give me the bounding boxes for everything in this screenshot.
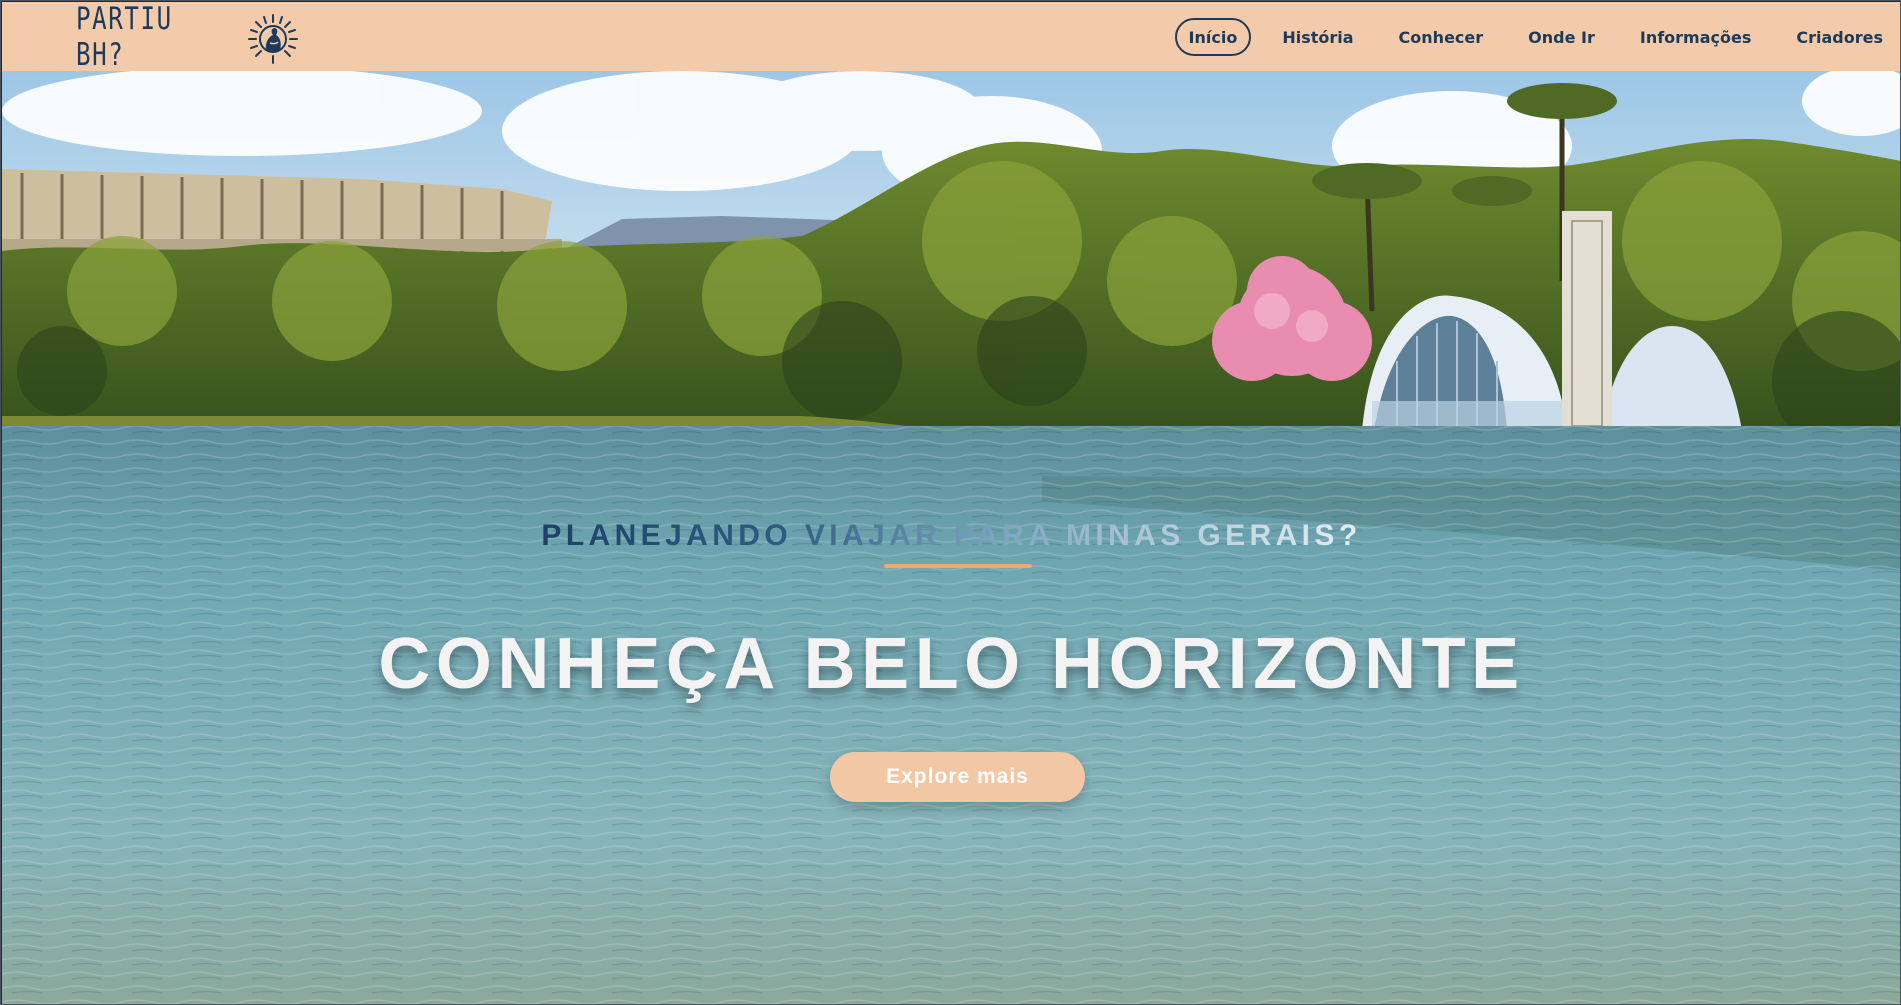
main-nav: Início História Conhecer Onde Ir Informa… xyxy=(1174,2,1900,71)
page-frame: PARTIU BH? Início História Conhecer Onde… xyxy=(0,0,1901,1005)
hero-subtitle: PLANEJANDO VIAJAR PARA MINAS GERAIS? xyxy=(1,519,1900,553)
brand[interactable]: PARTIU BH? xyxy=(76,1,298,73)
explore-more-button[interactable]: Explore mais xyxy=(830,752,1085,802)
nav-item-informacoes[interactable]: Informações xyxy=(1626,18,1766,56)
nav-item-inicio[interactable]: Início xyxy=(1174,17,1252,56)
nav-item-conhecer[interactable]: Conhecer xyxy=(1385,18,1498,56)
brand-name: PARTIU BH? xyxy=(76,1,173,73)
subtitle-underline xyxy=(884,564,1032,568)
nav-item-criadores[interactable]: Criadores xyxy=(1782,18,1897,56)
sun-statue-logo-icon xyxy=(248,14,298,64)
hero-headline: CONHEÇA BELO HORIZONTE xyxy=(378,624,1525,704)
hero-subtitle-text: PLANEJANDO VIAJAR PARA MINAS GERAIS? xyxy=(541,519,1362,552)
navbar: PARTIU BH? Início História Conhecer Onde… xyxy=(2,1,1900,73)
nav-item-historia[interactable]: História xyxy=(1268,18,1367,56)
nav-item-onde-ir[interactable]: Onde Ir xyxy=(1514,18,1609,56)
